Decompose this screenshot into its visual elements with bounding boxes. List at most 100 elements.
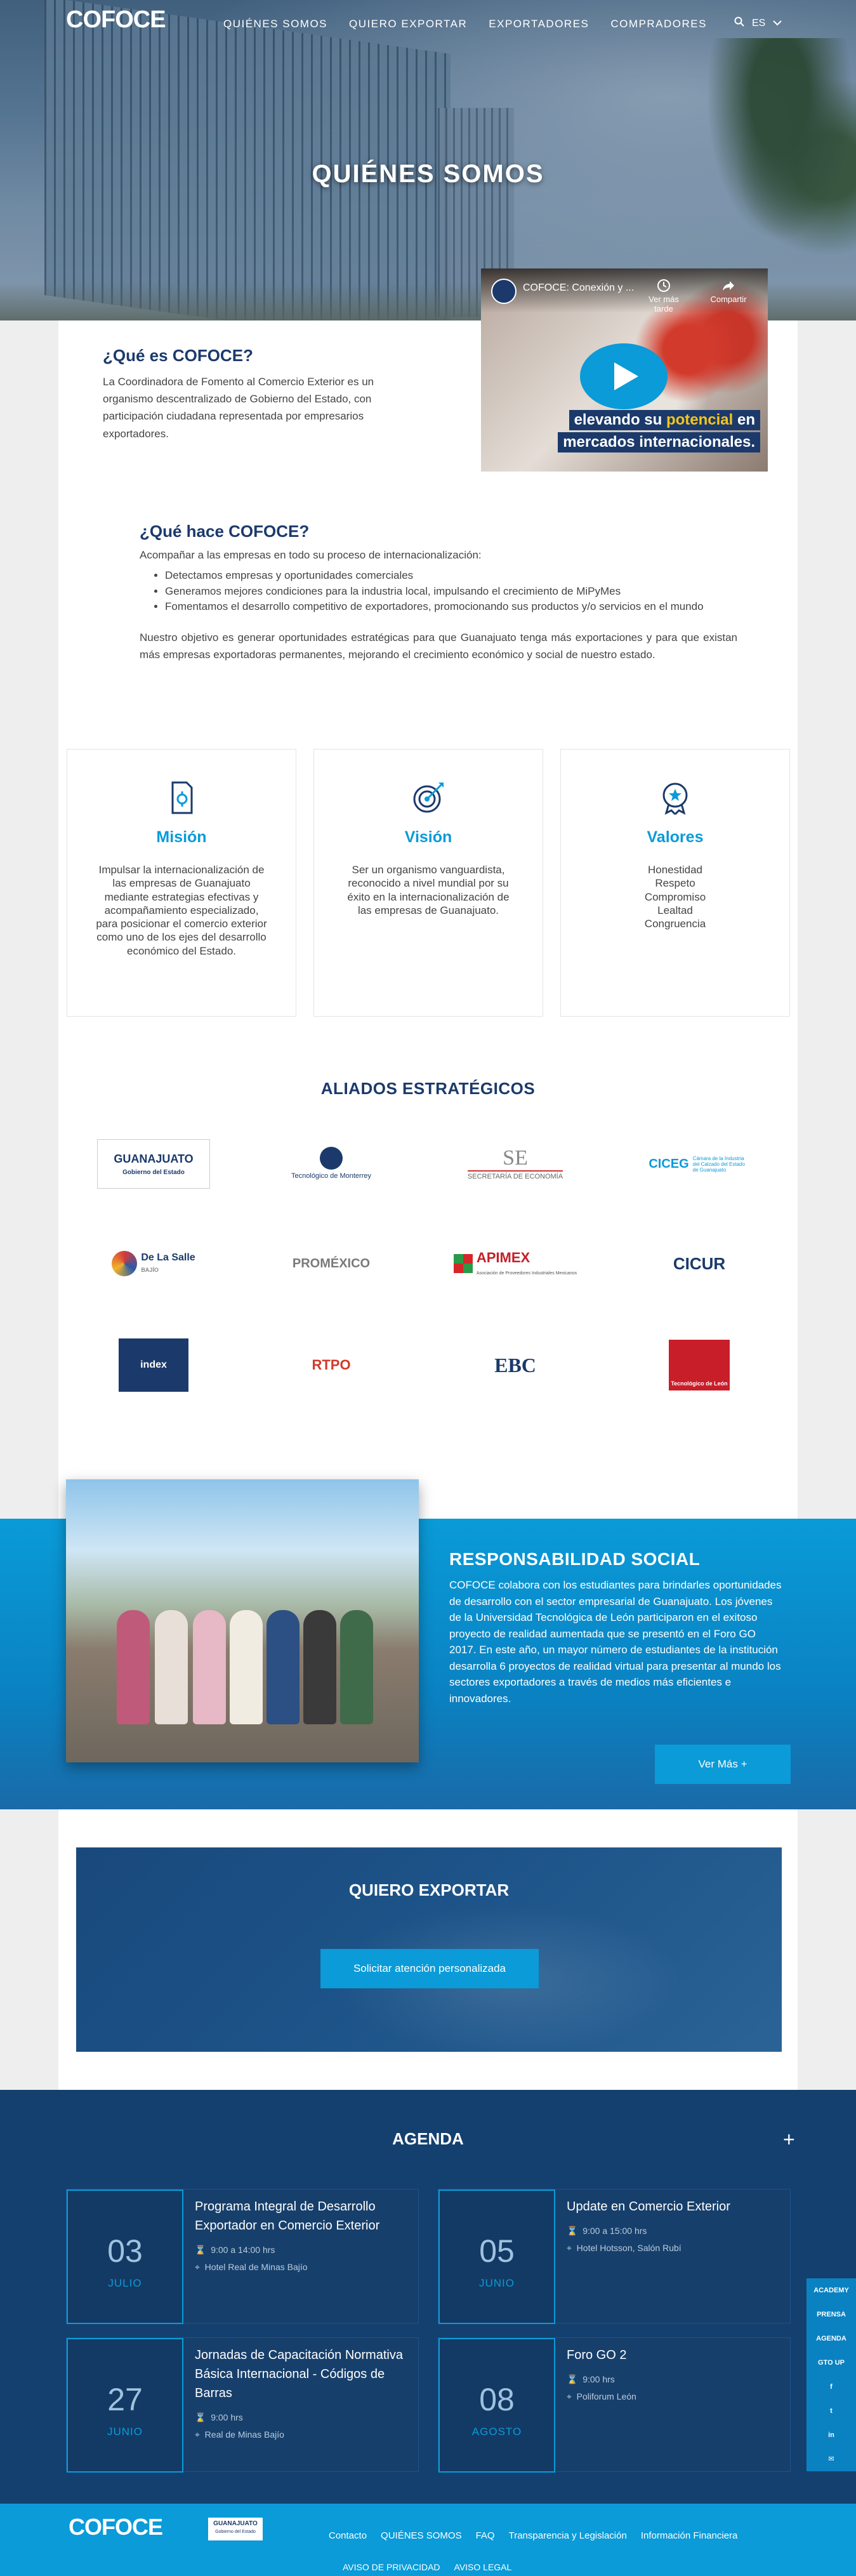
footer-link-transparencia[interactable]: Transparencia y Legislación	[509, 2530, 627, 2541]
event-title[interactable]: Jornadas de Capacitación Normativa Básic…	[195, 2346, 411, 2403]
social-title: RESPONSABILIDAD SOCIAL	[449, 1549, 701, 1569]
request-attention-button[interactable]: Solicitar atención personalizada	[320, 1949, 539, 1988]
what-list: Detectamos empresas y oportunidades come…	[165, 568, 717, 615]
linkedin-icon[interactable]: in	[807, 2423, 856, 2447]
agenda-expand-icon[interactable]: +	[783, 2128, 795, 2151]
event-meta: ⌛ 9:00 hrs ⌖ Poliforum León	[567, 2371, 782, 2405]
event-meta: ⌛ 9:00 a 15:00 hrs ⌖ Hotel Hotsson, Saló…	[567, 2223, 782, 2256]
event-title[interactable]: Foro GO 2	[567, 2346, 782, 2365]
event-card[interactable]: 27 JUNIO Jornadas de Capacitación Normat…	[66, 2337, 419, 2473]
mail-icon[interactable]: ✉	[807, 2447, 856, 2471]
nav-item-compradores[interactable]: COMPRADORES	[610, 18, 707, 30]
card-valores: Valores Honestidad Respeto Compromiso Le…	[560, 749, 790, 1017]
event-meta: ⌛ 9:00 a 14:00 hrs ⌖ Hotel Real de Minas…	[195, 2242, 411, 2275]
card-title: Valores	[647, 828, 704, 846]
ally-logo-delasalle[interactable]: De La Salle BAJÍO	[84, 1235, 223, 1292]
ver-mas-button[interactable]: Ver Más +	[655, 1745, 791, 1784]
photo-figure	[117, 1610, 150, 1724]
event-card[interactable]: 03 JULIO Programa Integral de Desarrollo…	[66, 2189, 419, 2324]
allies-title: ALIADOS ESTRATÉGICOS	[320, 1079, 536, 1098]
event-card[interactable]: 05 JUNIO Update en Comercio Exterior ⌛ 9…	[438, 2189, 791, 2324]
video-title[interactable]: COFOCE: Conexión y ...	[523, 282, 634, 294]
event-month: JUNIO	[479, 2277, 515, 2289]
footer-link-informacion-financiera[interactable]: Información Financiera	[641, 2530, 738, 2541]
event-month: AGOSTO	[471, 2426, 522, 2438]
footer-link-aviso-legal[interactable]: AVISO LEGAL	[454, 2562, 512, 2572]
mission-vision-values: Misión Impulsar la internacionalización …	[58, 749, 798, 1022]
cofoce-logo[interactable]: COFOCE	[66, 6, 166, 34]
target-icon	[409, 779, 447, 817]
event-meta: ⌛ 9:00 hrs ⌖ Real de Minas Bajío	[195, 2409, 411, 2443]
ally-logo-tec-leon[interactable]: Tecnológico de León	[629, 1337, 769, 1394]
ally-logo-ebc[interactable]: EBC	[445, 1337, 585, 1394]
nav-item-exportadores[interactable]: EXPORTADORES	[489, 18, 589, 30]
event-title[interactable]: Update en Comercio Exterior	[567, 2197, 782, 2216]
photo-figure	[230, 1610, 263, 1724]
what-title: ¿Qué hace COFOCE?	[140, 522, 310, 541]
ally-sub: Asociación de Proveedores Industriales M…	[476, 1271, 577, 1276]
ally-logo-secretaria-economia[interactable]: SE SECRETARÍA DE ECONOMÍA	[445, 1135, 585, 1192]
twitter-icon[interactable]: t	[807, 2399, 856, 2423]
ally-sub: SECRETARÍA DE ECONOMÍA	[467, 1170, 563, 1180]
ally-logo-ciceg[interactable]: CICEG Cámara de la Industria del Calzado…	[629, 1135, 769, 1192]
card-vision: Visión Ser un organismo vanguardista, re…	[313, 749, 543, 1017]
location-pin-icon: ⌖	[567, 2242, 572, 2253]
side-item-agenda[interactable]: AGENDA	[807, 2327, 856, 2351]
footer-logo[interactable]: COFOCE	[69, 2514, 163, 2540]
export-section: QUIERO EXPORTAR Solicitar atención perso…	[58, 1809, 798, 2090]
language-selector[interactable]: ES	[752, 18, 765, 29]
event-time: 9:00 a 14:00 hrs	[211, 2245, 275, 2255]
agenda-title: AGENDA	[392, 2129, 464, 2148]
ally-logo-guanajuato[interactable]: GUANAJUATO Gobierno del Estado	[84, 1135, 223, 1192]
watch-later-button[interactable]: Ver más tarde	[638, 279, 689, 314]
list-item: Fomentamos el desarrollo competitivo de …	[165, 599, 717, 615]
event-title[interactable]: Programa Integral de Desarrollo Exportad…	[195, 2197, 411, 2235]
side-item-academy[interactable]: ACADEMY	[807, 2278, 856, 2302]
photo-figure	[267, 1610, 300, 1724]
footer-link-privacidad[interactable]: AVISO DE PRIVACIDAD	[343, 2562, 440, 2572]
search-icon[interactable]	[734, 17, 744, 30]
ally-logo-apimex[interactable]: APIMEX Asociación de Proveedores Industri…	[445, 1235, 585, 1292]
ally-logo-rtpo[interactable]: RTPO	[261, 1337, 401, 1394]
event-info: Jornadas de Capacitación Normativa Básic…	[195, 2346, 411, 2443]
side-item-prensa[interactable]: PRENSA	[807, 2302, 856, 2327]
footer-link-quienes-somos[interactable]: QUIÉNES SOMOS	[381, 2530, 462, 2541]
photo-figure	[303, 1610, 336, 1724]
star-badge-icon	[656, 779, 694, 817]
ally-name: EBC	[494, 1353, 536, 1377]
share-button[interactable]: Compartir	[703, 279, 754, 304]
document-gear-icon	[162, 779, 201, 817]
facebook-icon[interactable]: f	[807, 2375, 856, 2399]
event-card[interactable]: 08 AGOSTO Foro GO 2 ⌛ 9:00 hrs ⌖ Polifor…	[438, 2337, 791, 2473]
event-date: 27 JUNIO	[67, 2338, 183, 2473]
footer-gto-logo[interactable]: GUANAJUATO Gobierno del Estado	[208, 2518, 263, 2540]
event-day: 27	[107, 2382, 143, 2417]
ally-logo-index[interactable]: index	[84, 1337, 223, 1394]
side-quick-menu: ACADEMY PRENSA AGENDA GTO UP f t in ✉	[807, 2278, 856, 2471]
footer-link-faq[interactable]: FAQ	[476, 2530, 495, 2541]
about-section: ¿Qué es COFOCE? La Coordinadora de Fomen…	[58, 268, 798, 514]
about-title: ¿Qué es COFOCE?	[103, 346, 253, 365]
nav-item-quiero-exportar[interactable]: QUIERO EXPORTAR	[349, 18, 467, 30]
card-title: Visión	[404, 828, 452, 846]
event-date: 05 JUNIO	[438, 2190, 555, 2324]
footer-link-contacto[interactable]: Contacto	[329, 2530, 367, 2541]
objective-text: Nuestro objetivo es generar oportunidade…	[140, 631, 737, 661]
event-date: 03 JULIO	[67, 2190, 183, 2324]
ally-sub: Cámara de la Industria del Calzado del E…	[692, 1155, 745, 1173]
ally-logo-tec-monterrey[interactable]: Tecnológico de Monterrey	[261, 1135, 401, 1192]
ally-logo-cicur[interactable]: CICUR	[629, 1235, 769, 1292]
chevron-down-icon[interactable]	[773, 18, 782, 29]
card-title: Misión	[156, 828, 207, 846]
ally-name: SE	[503, 1146, 528, 1170]
side-item-gto-up[interactable]: GTO UP	[807, 2351, 856, 2375]
channel-avatar[interactable]	[491, 279, 517, 304]
delasalle-icon	[112, 1251, 138, 1276]
video-player[interactable]: COFOCE: Conexión y ... Ver más tarde Com…	[481, 268, 768, 472]
nav-links: QUIÉNES SOMOS QUIERO EXPORTAR EXPORTADOR…	[223, 18, 728, 30]
ally-logo-promexico[interactable]: PROMÉXICO	[261, 1235, 401, 1292]
value-item: Lealtad	[657, 904, 693, 916]
play-button[interactable]	[580, 343, 668, 409]
nav-item-quienes-somos[interactable]: QUIÉNES SOMOS	[223, 18, 327, 30]
event-month: JULIO	[108, 2277, 142, 2289]
